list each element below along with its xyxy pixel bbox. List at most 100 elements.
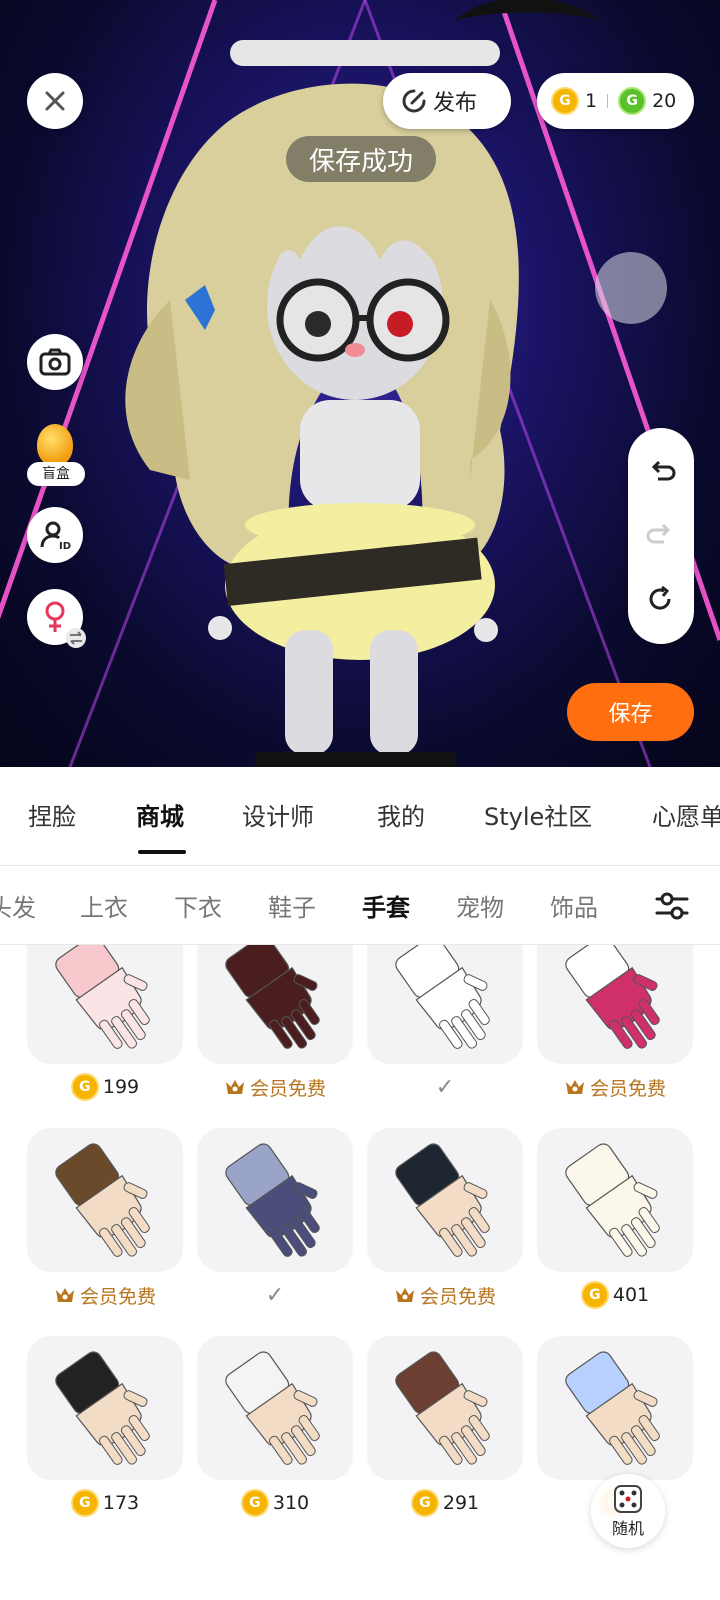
category-top[interactable]: 上衣: [80, 888, 128, 923]
item-card[interactable]: ✓: [367, 945, 523, 1120]
publish-button[interactable]: 发布: [383, 73, 511, 129]
item-card[interactable]: 会员免费: [367, 1128, 523, 1328]
blindbox-button[interactable]: 盲盒: [27, 422, 85, 486]
blindbox-egg-icon: [37, 424, 73, 466]
white-glove-icon: [395, 945, 490, 1049]
item-price: 会员免费: [27, 1278, 183, 1312]
random-button[interactable]: 随机: [591, 1474, 665, 1548]
blue-glove-icon: [565, 1351, 660, 1465]
history-panel: [628, 428, 694, 644]
item-price: 会员免费: [537, 1070, 693, 1104]
brown-fingerless-glove-icon-2: [395, 1351, 490, 1465]
item-price-label: 会员免费: [249, 1077, 326, 1100]
item-card[interactable]: G 401: [537, 1128, 693, 1328]
tab-wishlist[interactable]: 心愿单: [652, 797, 720, 832]
close-button[interactable]: [27, 73, 83, 129]
tab-shop[interactable]: 商城: [136, 797, 184, 832]
swap-icon: [66, 628, 86, 648]
tab-mine[interactable]: 我的: [377, 797, 425, 832]
item-price-label: 401: [612, 1284, 650, 1306]
svg-text:ID: ID: [59, 541, 71, 551]
publish-label: 发布: [433, 91, 478, 116]
blindbox-label: 盲盒: [27, 462, 85, 486]
undo-icon[interactable]: [646, 458, 676, 488]
save-button[interactable]: 保存: [567, 683, 694, 741]
item-price: G 291: [367, 1486, 523, 1520]
gold-coin-icon: G: [70, 1073, 99, 1101]
item-price: G 310: [197, 1486, 353, 1520]
category-accessories[interactable]: 饰品: [550, 888, 598, 923]
green-coin-count: 20: [652, 90, 677, 112]
avatar-preview[interactable]: 发布 G 1 G 20 保存成功 盲盒 ID 保存: [0, 0, 720, 767]
item-price: 会员免费: [197, 1070, 353, 1104]
cream-glove-icon: [565, 1143, 660, 1257]
gold-coin-icon: G: [580, 1281, 609, 1309]
item-price: ✓: [197, 1278, 353, 1312]
owned-check-icon: ✓: [435, 1074, 455, 1100]
gender-switch-button[interactable]: [27, 589, 86, 648]
active-tab-indicator: [138, 850, 186, 854]
camera-joystick[interactable]: [595, 252, 667, 324]
dark-red-glove-icon: [225, 945, 320, 1049]
item-price: G 199: [27, 1070, 183, 1104]
category-bottom[interactable]: 下衣: [174, 888, 222, 923]
shark-puppet-glove-icon: [225, 1143, 320, 1257]
item-price: G 173: [27, 1486, 183, 1520]
redo-icon[interactable]: [646, 521, 676, 551]
reset-icon[interactable]: [646, 584, 676, 614]
item-card[interactable]: 会员免费: [537, 945, 693, 1120]
item-price: 会员免费: [367, 1278, 523, 1312]
toast-message: 保存成功: [286, 136, 436, 182]
gold-coin-icon: G: [70, 1489, 99, 1517]
category-gloves[interactable]: 手套: [362, 888, 410, 923]
vip-crown-icon: [225, 1080, 244, 1094]
item-thumbnail: [367, 1128, 523, 1272]
item-thumbnail: [367, 945, 523, 1064]
category-hair[interactable]: 头发: [0, 888, 36, 923]
main-tab-bar: 捏脸 商城 设计师 我的 Style社区 心愿单: [0, 767, 720, 865]
item-thumbnail: [27, 945, 183, 1064]
gold-coin-icon: G: [240, 1489, 269, 1517]
item-thumbnail: [367, 1336, 523, 1480]
filter-icon[interactable]: [654, 888, 690, 924]
camera-button[interactable]: [27, 334, 83, 390]
item-card[interactable]: ✓: [197, 1128, 353, 1328]
brown-fingerless-glove-icon: [55, 1143, 150, 1257]
gold-coin-icon: G: [410, 1489, 439, 1517]
vip-crown-icon: [55, 1288, 74, 1302]
item-card[interactable]: 会员免费: [27, 1128, 183, 1328]
item-price-label: 会员免费: [589, 1077, 666, 1100]
item-price-label: 173: [102, 1492, 140, 1514]
white-lace-glove-icon: [225, 1351, 320, 1465]
camera-icon: [39, 348, 71, 376]
item-card[interactable]: G 199: [27, 945, 183, 1120]
item-card[interactable]: G 291: [367, 1336, 523, 1536]
vip-crown-icon: [395, 1288, 414, 1302]
owned-check-icon: ✓: [265, 1282, 285, 1308]
user-id-icon: ID: [40, 521, 71, 551]
category-shoes[interactable]: 鞋子: [268, 888, 316, 923]
item-price-label: 199: [102, 1076, 140, 1098]
avatar-id-button[interactable]: ID: [27, 507, 83, 563]
item-price: G 401: [537, 1278, 693, 1312]
item-card[interactable]: G 173: [27, 1336, 183, 1536]
item-price-label: 会员免费: [419, 1285, 496, 1308]
item-card[interactable]: G 310: [197, 1336, 353, 1536]
dice-icon: [614, 1485, 642, 1513]
tab-face[interactable]: 捏脸: [28, 797, 76, 832]
white-bow-glove-icon: [565, 945, 660, 1049]
category-tab-bar: 头发 上衣 下衣 鞋子 手套 宠物 饰品: [0, 866, 720, 944]
item-price-label: 会员免费: [79, 1285, 156, 1308]
tab-style-community[interactable]: Style社区: [484, 797, 592, 832]
item-price: ✓: [367, 1070, 523, 1104]
item-thumbnail: [537, 1128, 693, 1272]
item-card[interactable]: 会员免费: [197, 945, 353, 1120]
item-thumbnail: [197, 945, 353, 1064]
tab-designer[interactable]: 设计师: [242, 797, 314, 832]
black-paw-glove-icon: [395, 1143, 490, 1257]
item-price-label: 291: [442, 1492, 480, 1514]
item-thumbnail: [197, 1128, 353, 1272]
black-bow-glove-icon: [55, 1351, 150, 1465]
category-pets[interactable]: 宠物: [456, 888, 504, 923]
currency-balance[interactable]: G 1 G 20: [537, 73, 694, 129]
